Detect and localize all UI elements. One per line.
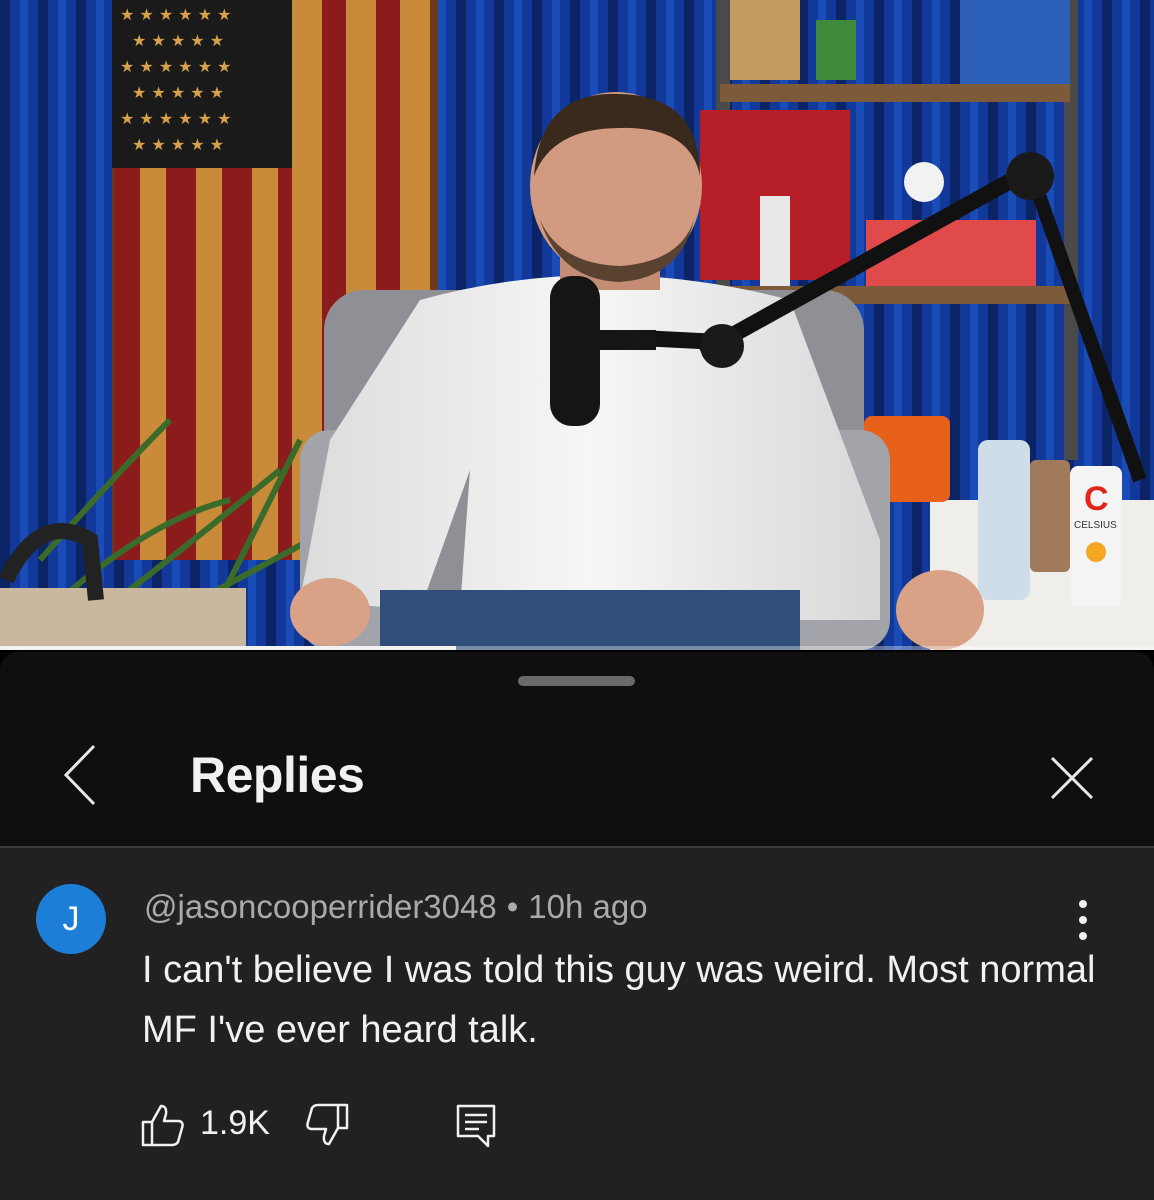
comment-timestamp: 10h ago bbox=[528, 888, 648, 925]
svg-text:★ ★ ★ ★ ★ ★: ★ ★ ★ ★ ★ ★ bbox=[120, 5, 232, 24]
reply-comment-icon bbox=[456, 1104, 496, 1148]
svg-text:★ ★ ★ ★ ★: ★ ★ ★ ★ ★ bbox=[132, 135, 224, 154]
svg-text:★ ★ ★ ★ ★: ★ ★ ★ ★ ★ bbox=[132, 83, 224, 102]
more-options-button[interactable] bbox=[1068, 898, 1098, 942]
celsius-can: C CELSIUS bbox=[1070, 466, 1122, 606]
video-frame: ★ ★ ★ ★ ★ ★ ★ ★ ★ ★ ★ ★ ★ ★ ★ ★ ★ ★ ★ ★ … bbox=[0, 0, 1154, 650]
close-button[interactable] bbox=[1044, 750, 1100, 806]
iced-coffee-cup bbox=[1030, 460, 1070, 572]
comment-text: I can't believe I was told this guy was … bbox=[142, 949, 1096, 1051]
like-button[interactable]: 1.9K bbox=[140, 1100, 280, 1150]
kebab-menu-icon bbox=[1079, 900, 1087, 940]
drag-handle[interactable] bbox=[518, 676, 635, 686]
comment-item: J @jasoncooperrider3048 • 10h ago I can't … bbox=[0, 848, 1154, 1200]
dislike-button[interactable] bbox=[304, 1100, 354, 1150]
back-button[interactable] bbox=[56, 740, 106, 810]
reply-button[interactable] bbox=[454, 1100, 504, 1150]
meta-separator: • bbox=[506, 888, 519, 925]
video-progress-fill bbox=[0, 646, 456, 650]
comment-author[interactable]: @jasoncooperrider3048 bbox=[144, 888, 497, 925]
comment-meta: @jasoncooperrider3048 • 10h ago bbox=[144, 888, 648, 926]
svg-text:★ ★ ★ ★ ★ ★: ★ ★ ★ ★ ★ ★ bbox=[120, 57, 232, 76]
svg-text:CELSIUS: CELSIUS bbox=[1074, 520, 1117, 531]
close-icon bbox=[1050, 756, 1094, 800]
like-count: 1.9K bbox=[200, 1104, 270, 1142]
svg-text:★ ★ ★ ★ ★: ★ ★ ★ ★ ★ bbox=[132, 31, 224, 50]
replies-panel: Replies J @jasoncooperrider3048 • 10h ago … bbox=[0, 652, 1154, 1200]
water-bottle bbox=[978, 440, 1030, 600]
svg-text:★ ★ ★ ★ ★ ★: ★ ★ ★ ★ ★ ★ bbox=[120, 109, 232, 128]
svg-text:C: C bbox=[1084, 480, 1109, 518]
video-progress-bar[interactable] bbox=[0, 646, 1154, 650]
avatar[interactable]: J bbox=[36, 884, 106, 954]
thumbs-up-icon bbox=[141, 1104, 184, 1147]
side-table-left bbox=[0, 588, 246, 650]
chevron-left-icon bbox=[63, 744, 96, 806]
video-player[interactable]: ★ ★ ★ ★ ★ ★ ★ ★ ★ ★ ★ ★ ★ ★ ★ ★ ★ ★ ★ ★ … bbox=[0, 0, 1154, 650]
panel-title: Replies bbox=[190, 747, 365, 803]
thumbs-down-icon bbox=[306, 1103, 349, 1146]
